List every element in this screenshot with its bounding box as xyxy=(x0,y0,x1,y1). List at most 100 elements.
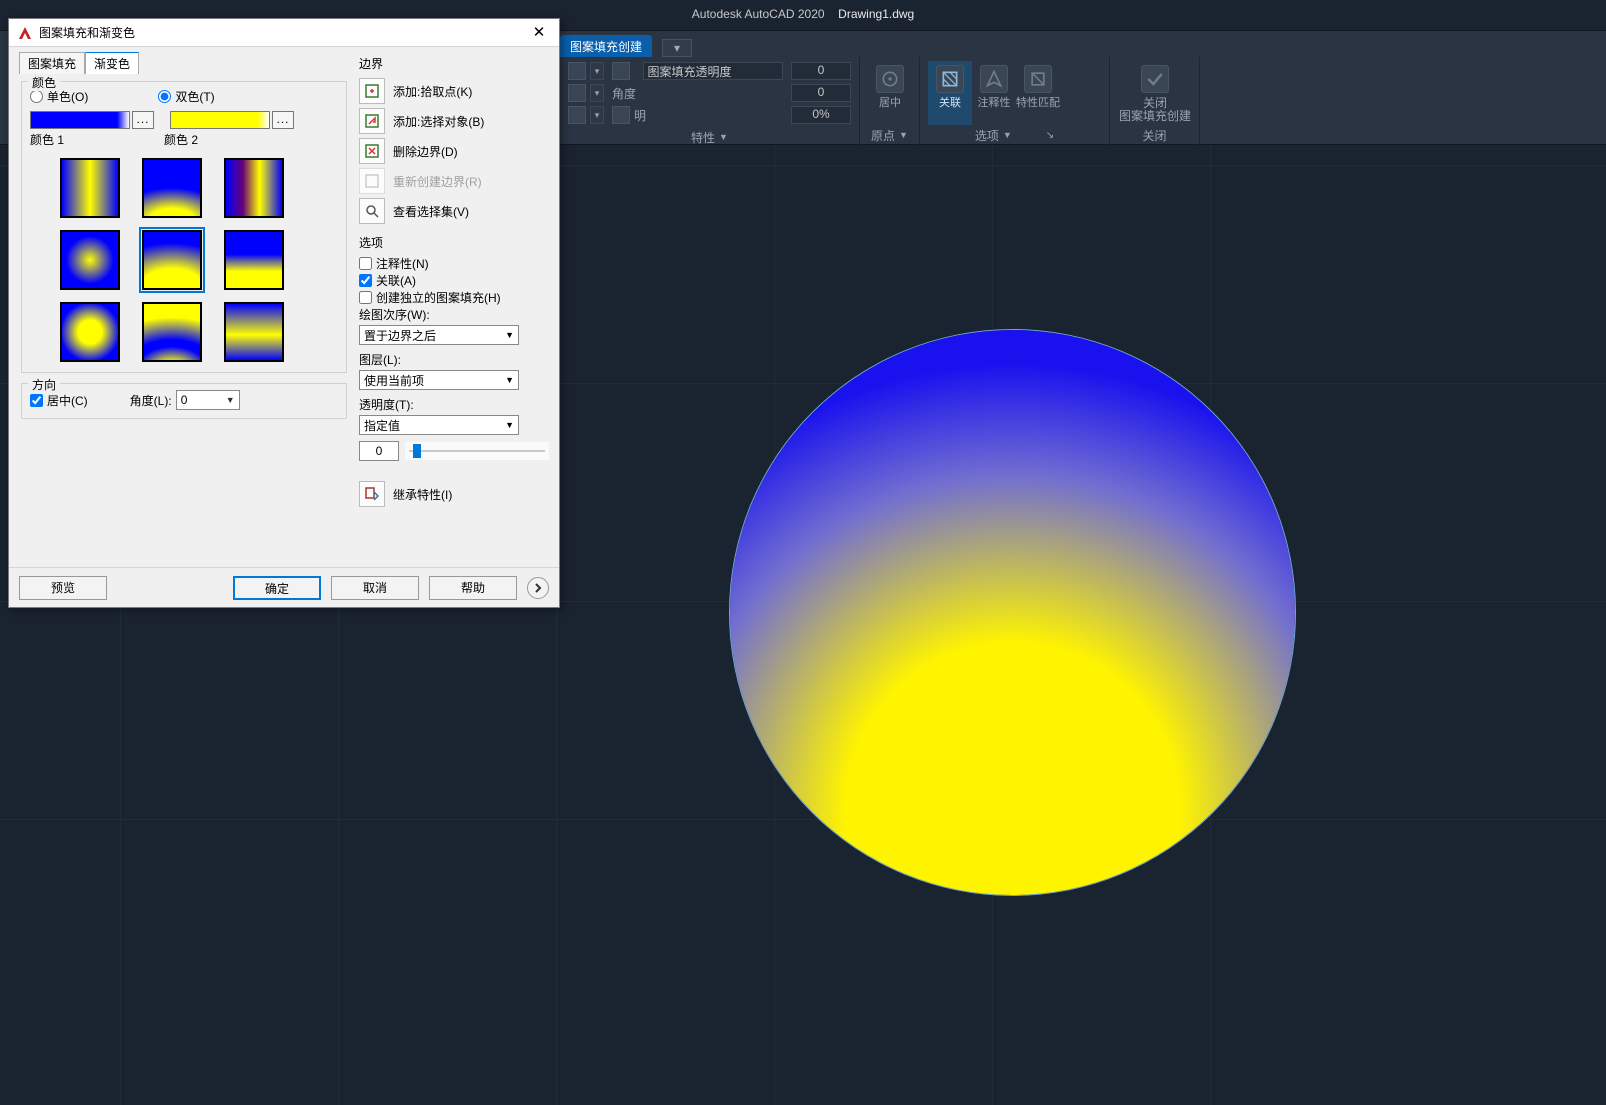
color1-preview xyxy=(30,111,130,129)
transparency-number[interactable]: 0 xyxy=(359,441,399,461)
transparency-field[interactable]: 图案填充透明度 xyxy=(643,62,783,80)
color2-swatch[interactable]: ... xyxy=(170,111,294,129)
gradient-pattern-5[interactable] xyxy=(224,230,284,290)
gradient-icon[interactable] xyxy=(568,106,586,124)
fieldset-direction: 方向 居中(C) 角度(L): 0▼ xyxy=(21,383,347,419)
layer-select[interactable]: 使用当前项▼ xyxy=(359,370,519,390)
annotative-button[interactable]: 注释性 xyxy=(972,61,1016,125)
radio-two-color[interactable]: 双色(T) xyxy=(158,88,214,105)
close-icon[interactable]: ✕ xyxy=(527,23,551,43)
gradient-pattern-2[interactable] xyxy=(224,158,284,218)
ok-button[interactable]: 确定 xyxy=(233,576,321,600)
associative-button[interactable]: 关联 xyxy=(928,61,972,125)
boundary-heading: 边界 xyxy=(359,55,549,72)
transparency-label-dlg: 透明度(T): xyxy=(359,396,549,413)
cancel-button[interactable]: 取消 xyxy=(331,576,419,600)
transparency-select[interactable]: 指定值▼ xyxy=(359,415,519,435)
ribbon-group-name-props[interactable]: 特性▼ xyxy=(568,127,851,145)
fieldset-direction-legend: 方向 xyxy=(28,376,60,393)
chevron-down-icon: ▼ xyxy=(505,330,514,340)
hatch-gradient-dialog: 图案填充和渐变色 ✕ 图案填充 渐变色 颜色 单色(O) 双色(T) ... .… xyxy=(8,18,560,608)
hatch-dropdown[interactable]: ▾ xyxy=(590,84,604,102)
gradient-pattern-0[interactable] xyxy=(60,158,120,218)
checkbox-annotative[interactable]: 注释性(N) xyxy=(359,255,549,272)
tab-gradient[interactable]: 渐变色 xyxy=(85,52,139,74)
add-pick-points-button[interactable]: 添加:拾取点(K) xyxy=(359,76,549,106)
recreate-boundary-icon xyxy=(359,168,385,194)
ribbon-group-origin: 居中 原点▼ xyxy=(860,57,920,145)
ribbon-group-name-close: 关闭 xyxy=(1118,125,1191,143)
gradient-pattern-4[interactable] xyxy=(142,230,202,290)
tab-hatch[interactable]: 图案填充 xyxy=(19,52,85,74)
magnifier-icon xyxy=(359,198,385,224)
brush-icon xyxy=(1024,65,1052,93)
dialog-right-pane: 边界 添加:拾取点(K) 添加:选择对象(B) 删除边界(D) 重新创建边界(R… xyxy=(355,47,559,567)
chevron-down-icon: ▼ xyxy=(226,395,235,405)
hatch-icon[interactable] xyxy=(568,84,586,102)
fieldset-color-legend: 颜色 xyxy=(28,74,60,91)
brightness-icon[interactable] xyxy=(612,106,630,124)
transparency-icon[interactable] xyxy=(612,62,630,80)
file-name: Drawing1.dwg xyxy=(838,7,914,21)
autocad-icon xyxy=(17,25,33,41)
remove-boundary-button[interactable]: 删除边界(D) xyxy=(359,136,549,166)
gradient-circle-object[interactable] xyxy=(730,330,1295,895)
checkbox-associative[interactable]: 关联(A) xyxy=(359,272,549,289)
remove-boundary-icon xyxy=(359,138,385,164)
gradient-pattern-8[interactable] xyxy=(224,302,284,362)
color1-swatch[interactable]: ... xyxy=(30,111,154,129)
color2-picker-button[interactable]: ... xyxy=(272,111,294,129)
gradient-pattern-3[interactable] xyxy=(60,230,120,290)
brightness-value[interactable]: 0% xyxy=(791,106,851,124)
annotative-icon xyxy=(980,65,1008,93)
color2-label: 颜色 2 xyxy=(164,131,198,148)
color2-preview xyxy=(170,111,270,129)
checkbox-independent[interactable]: 创建独立的图案填充(H) xyxy=(359,289,549,306)
recreate-boundary-button: 重新创建边界(R) xyxy=(359,166,549,196)
ribbon-group-props: ▾ 图案填充透明度 0 ▾ 角度 0 ▾ xyxy=(560,57,860,145)
origin-center-button[interactable]: 居中 xyxy=(868,61,912,109)
layer-label-dlg: 图层(L): xyxy=(359,351,549,368)
gradient-pattern-grid xyxy=(60,158,338,362)
transparency-slider[interactable] xyxy=(405,442,549,460)
brightness-label: 明 xyxy=(634,107,646,124)
add-select-objects-button[interactable]: 添加:选择对象(B) xyxy=(359,106,549,136)
gradient-dropdown[interactable]: ▾ xyxy=(590,106,604,124)
color1-picker-button[interactable]: ... xyxy=(132,111,154,129)
layer-dropdown[interactable]: ▾ xyxy=(590,62,604,80)
chevron-down-icon: ▼ xyxy=(505,420,514,430)
check-icon xyxy=(1141,65,1169,93)
transparency-value[interactable]: 0 xyxy=(791,62,851,80)
slider-thumb[interactable] xyxy=(413,444,421,458)
app-title: Autodesk AutoCAD 2020 xyxy=(692,7,825,21)
fieldset-color: 颜色 单色(O) 双色(T) ... ... 颜色 1 颜色 2 xyxy=(21,81,347,373)
ribbon-group-name-options[interactable]: 选项▼↘ xyxy=(928,125,1101,143)
ribbon-tab-nav[interactable]: ▾ xyxy=(662,39,692,57)
dialog-titlebar[interactable]: 图案填充和渐变色 ✕ xyxy=(9,19,559,47)
gradient-pattern-7[interactable] xyxy=(142,302,202,362)
angle-combo[interactable]: 0▼ xyxy=(176,390,240,410)
layer-icon[interactable] xyxy=(568,62,586,80)
ribbon-group-close: 关闭图案填充创建 关闭 xyxy=(1110,57,1200,145)
angle-value[interactable]: 0 xyxy=(791,84,851,102)
ribbon-group-name-origin[interactable]: 原点▼ xyxy=(868,125,911,143)
view-selection-button[interactable]: 查看选择集(V) xyxy=(359,196,549,226)
target-icon xyxy=(876,65,904,93)
associative-icon xyxy=(936,65,964,93)
gradient-pattern-6[interactable] xyxy=(60,302,120,362)
gradient-pattern-1[interactable] xyxy=(142,158,202,218)
draw-order-select[interactable]: 置于边界之后▼ xyxy=(359,325,519,345)
close-hatch-button[interactable]: 关闭图案填充创建 xyxy=(1118,61,1192,123)
inherit-props-button[interactable]: 继承特性(I) xyxy=(359,479,549,509)
angle-label: 角度 xyxy=(612,85,636,102)
select-objects-icon xyxy=(359,108,385,134)
match-props-button[interactable]: 特性匹配 xyxy=(1016,61,1060,125)
expand-dialog-button[interactable] xyxy=(527,577,549,599)
chevron-down-icon: ▼ xyxy=(505,375,514,385)
help-button[interactable]: 帮助 xyxy=(429,576,517,600)
dialog-title: 图案填充和渐变色 xyxy=(39,24,527,41)
chevron-right-icon xyxy=(532,582,544,594)
preview-button[interactable]: 预览 xyxy=(19,576,107,600)
checkbox-center[interactable]: 居中(C) xyxy=(30,392,88,409)
ribbon-context-tab[interactable]: 图案填充创建 xyxy=(560,35,652,57)
